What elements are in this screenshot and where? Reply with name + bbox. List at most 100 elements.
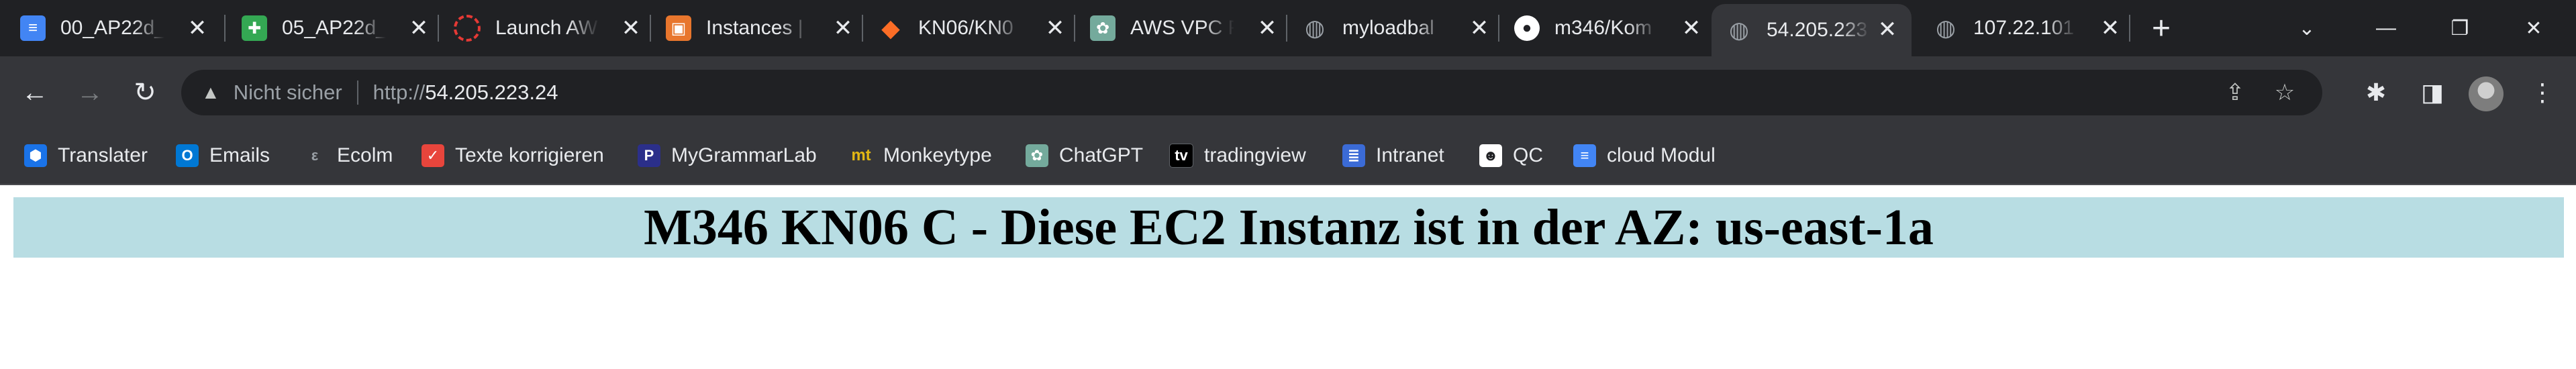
address-bar[interactable]: ▲ Nicht sicher http:// 54.205.223.24 ⇪ ☆ <box>181 70 2322 115</box>
qc-icon: ☻ <box>1479 144 1502 167</box>
tab-separator <box>2129 15 2130 42</box>
docs-icon: ≡ <box>20 15 46 41</box>
close-icon[interactable]: ✕ <box>405 15 432 42</box>
bookmark-label: Emails <box>209 144 270 166</box>
bookmark-label: Texte korrigieren <box>455 144 604 166</box>
bookmark-monkeytype[interactable]: mt Monkeytype <box>850 141 992 170</box>
monkeytype-icon: mt <box>851 146 871 164</box>
tab-aws-vpc[interactable]: ✿ AWS VPC F ✕ <box>1090 5 1291 51</box>
tab-myloadbal[interactable]: ◍ myloadbal ✕ <box>1302 5 1503 51</box>
tab-separator <box>1498 15 1499 42</box>
close-icon[interactable]: ✕ <box>2097 15 2124 42</box>
close-icon[interactable]: ✕ <box>184 15 211 42</box>
tab-title: 107.22.101 <box>1973 17 2075 39</box>
page-header-banner: M346 KN06 C - Diese EC2 Instanz ist in d… <box>13 197 2564 258</box>
bookmark-label: MyGrammarLab <box>671 144 817 166</box>
tab-title: 54.205.223 <box>1767 19 1868 41</box>
tab-title: KN06/KN0 <box>918 17 1013 39</box>
url-scheme: http:// <box>373 81 426 104</box>
security-label[interactable]: Nicht sicher <box>234 81 342 105</box>
menu-icon[interactable]: ⋮ <box>2524 74 2561 111</box>
bookmark-tradingview[interactable]: tv tradingview <box>1169 141 1306 170</box>
texte-icon: ✓ <box>422 144 444 167</box>
bookmark-label: Monkeytype <box>883 144 992 166</box>
tab-title: AWS VPC F <box>1130 17 1234 39</box>
chatgpt-icon: ✿ <box>1090 15 1116 41</box>
tab-title: 05_AP22d_ <box>282 17 386 39</box>
tab-separator <box>438 15 439 42</box>
page-title: M346 KN06 C - Diese EC2 Instanz ist in d… <box>644 199 1934 256</box>
close-icon[interactable]: ✕ <box>1042 15 1069 42</box>
bookmark-ecolm[interactable]: ε Ecolm <box>303 141 393 170</box>
chatgpt-icon: ✿ <box>1026 144 1048 167</box>
bookmark-cloud-modul[interactable]: ≡ cloud Modul <box>1573 141 1716 170</box>
bookmark-label: tradingview <box>1204 144 1306 166</box>
tab-00-ap22d[interactable]: ≡ 00_AP22d_ ✕ <box>20 5 221 51</box>
tab-launch-aws[interactable]: Launch AW ✕ <box>454 5 655 51</box>
tab-title: m346/Kom <box>1554 17 1652 39</box>
bookmark-label: Translater <box>58 144 148 166</box>
tab-separator <box>650 15 651 42</box>
close-icon[interactable]: ✕ <box>1874 16 1901 43</box>
tab-title: Instances | <box>706 17 803 39</box>
bookmark-label: Ecolm <box>337 144 393 166</box>
tab-54-205-223[interactable]: ◍ 54.205.223 ✕ <box>1712 4 1912 56</box>
extensions-icon[interactable]: ✱ <box>2357 74 2395 111</box>
bookmark-qc[interactable]: ☻ QC <box>1479 141 1543 170</box>
aws-launch-icon <box>454 15 481 42</box>
tradingview-icon: tv <box>1169 144 1193 168</box>
close-icon[interactable]: ✕ <box>1254 15 1281 42</box>
bookmark-label: ChatGPT <box>1059 144 1144 166</box>
bookmark-translater[interactable]: ⬢ Translater <box>24 141 148 170</box>
close-icon[interactable]: ✕ <box>1678 15 1705 42</box>
bookmark-texte-korrigieren[interactable]: ✓ Texte korrigieren <box>422 141 604 170</box>
tab-title: 00_AP22d_ <box>60 17 164 39</box>
star-icon[interactable]: ☆ <box>2271 79 2298 106</box>
github-icon: ● <box>1514 15 1540 41</box>
tab-title: myloadbal <box>1342 17 1434 39</box>
bookmark-mygrammarlab[interactable]: P MyGrammarLab <box>638 141 817 170</box>
omnibox-divider <box>356 81 358 105</box>
tab-search-button[interactable]: ⌄ <box>2277 7 2337 50</box>
globe-icon: ◍ <box>1305 15 1325 41</box>
restore-button[interactable]: ❐ <box>2430 7 2490 50</box>
minimize-button[interactable]: — <box>2356 7 2416 50</box>
tab-separator <box>224 15 226 42</box>
bookmark-intranet[interactable]: ≣ Intranet <box>1342 141 1444 170</box>
back-button[interactable]: ← <box>16 74 54 111</box>
tab-instances[interactable]: ▣ Instances | ✕ <box>666 5 867 51</box>
bookmark-label: cloud Modul <box>1607 144 1716 166</box>
forward-button[interactable]: → <box>71 74 109 111</box>
close-icon[interactable]: ✕ <box>617 15 644 42</box>
avatar[interactable] <box>2469 76 2504 111</box>
bookmarks-bar: ⬢ Translater O Emails ε Ecolm ✓ Texte ko… <box>0 129 2576 185</box>
bookmark-chatgpt[interactable]: ✿ ChatGPT <box>1026 141 1143 170</box>
mygrammarlab-icon: P <box>638 144 660 167</box>
bookmark-label: Intranet <box>1376 144 1444 166</box>
outlook-icon: O <box>176 144 199 167</box>
ecolm-icon: ε <box>311 147 319 164</box>
tab-kn06[interactable]: ◆ KN06/KN0 ✕ <box>878 5 1079 51</box>
sheets-icon: ✚ <box>242 15 267 41</box>
bookmark-label: QC <box>1513 144 1543 166</box>
tab-107-22-101[interactable]: ◍ 107.22.101 ✕ <box>1933 5 2134 51</box>
aws-ec2-icon: ▣ <box>666 15 691 41</box>
new-tab-button[interactable]: + <box>2142 9 2180 47</box>
reload-button[interactable]: ↻ <box>126 74 164 111</box>
share-icon[interactable]: ⇪ <box>2222 79 2248 106</box>
gitlab-icon: ◆ <box>881 14 900 42</box>
close-icon[interactable]: ✕ <box>830 15 856 42</box>
tab-05-ap22d[interactable]: ✚ 05_AP22d_ ✕ <box>242 5 443 51</box>
tab-separator <box>1286 15 1287 42</box>
browser-toolbar: ← → ↻ ▲ Nicht sicher http:// 54.205.223.… <box>0 56 2576 129</box>
translater-icon: ⬢ <box>24 144 47 167</box>
bookmark-emails[interactable]: O Emails <box>176 141 270 170</box>
tab-m346[interactable]: ● m346/Kom ✕ <box>1514 5 1716 51</box>
close-icon[interactable]: ✕ <box>1466 15 1493 42</box>
tab-separator <box>1074 15 1075 42</box>
docs-icon: ≡ <box>1573 144 1596 167</box>
tab-separator <box>862 15 863 42</box>
warning-icon[interactable]: ▲ <box>201 82 220 103</box>
side-panel-icon[interactable]: ◨ <box>2414 74 2451 111</box>
window-close-button[interactable]: ✕ <box>2504 7 2564 50</box>
